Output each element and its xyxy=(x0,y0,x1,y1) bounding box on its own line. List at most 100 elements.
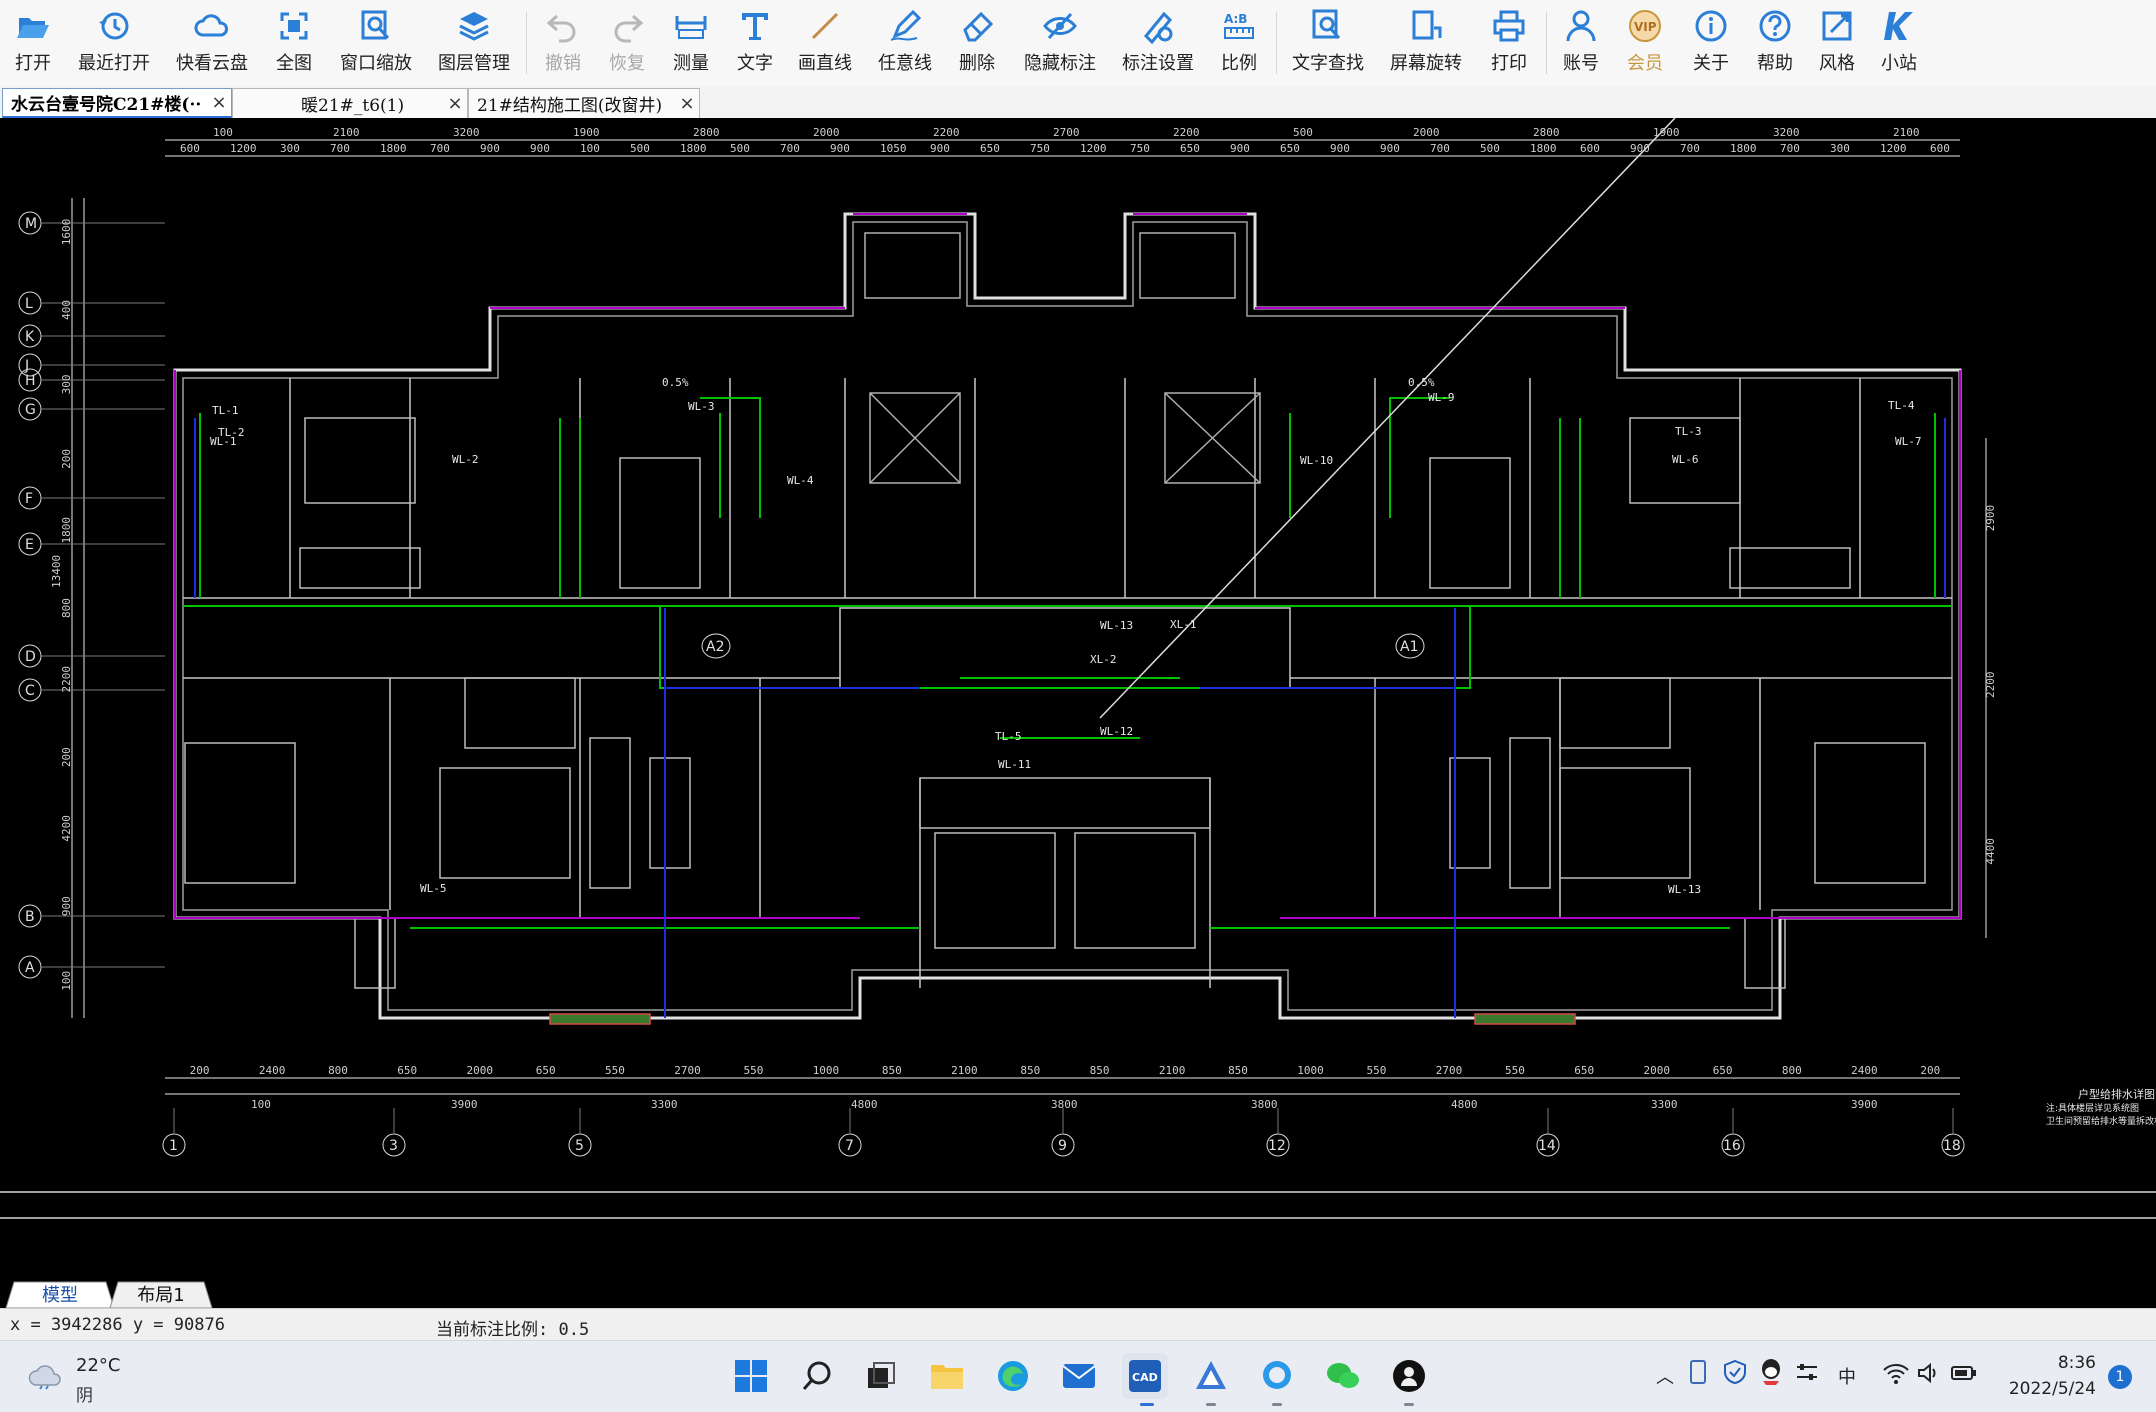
slope-label: 0.5% xyxy=(662,376,689,389)
mail-button[interactable] xyxy=(1056,1353,1102,1399)
cloud-icon xyxy=(194,14,228,37)
toolbar-delete-button[interactable]: 删除 xyxy=(954,8,1000,78)
toolbar-rotate-screen-button[interactable]: 屏幕旋转 xyxy=(1388,8,1464,78)
dimension-text: 650 xyxy=(1713,1064,1733,1077)
toolbar-zoom-window-button[interactable]: 窗口缩放 xyxy=(338,8,414,78)
edge-browser-button[interactable] xyxy=(990,1353,1036,1399)
tab-close-icon[interactable]: × xyxy=(443,93,467,114)
document-tab-3[interactable]: 21#结构施工图(改窗井) × xyxy=(468,88,700,118)
battery-icon[interactable] xyxy=(1950,1361,1978,1385)
dimension-text: 900 xyxy=(930,142,950,155)
dimension-text: 200 xyxy=(1920,1064,1940,1077)
toolbar-label: 风格 xyxy=(1819,53,1855,74)
tray-sliders-icon[interactable] xyxy=(1794,1359,1820,1385)
task-view-button[interactable] xyxy=(858,1353,904,1399)
dimension-text: 1200 xyxy=(1080,142,1107,155)
cad-drawing-canvas[interactable]: M L KJHG F E D C B A 1 3 5 7 9 12 14 16 18 100 2100 3200 19… xyxy=(0,118,2156,1280)
cad-viewer-button[interactable]: CAD xyxy=(1122,1353,1168,1399)
dimension-text: 3900 xyxy=(1851,1098,1878,1111)
toolbar-hide-annotation-button[interactable]: 隐藏标注 xyxy=(1022,8,1098,78)
toolbar-freehand-button[interactable]: 任意线 xyxy=(876,8,934,78)
toolbar-site-button[interactable]: 小站 xyxy=(1876,8,1922,78)
toolbar-print-button[interactable]: 打印 xyxy=(1486,8,1532,78)
line-icon xyxy=(811,12,839,40)
redo-icon xyxy=(614,14,644,43)
toolbar-text-button[interactable]: 文字 xyxy=(732,8,778,78)
tray-usb-icon[interactable] xyxy=(1686,1359,1710,1385)
dimension-text: 1800 xyxy=(1530,142,1557,155)
toolbar-vip-button[interactable]: VIP 会员 xyxy=(1622,8,1668,78)
pipe-label: XL-1 xyxy=(1170,618,1197,631)
dimension-text: 200 xyxy=(60,747,73,767)
grid-row-label: A xyxy=(25,960,35,976)
weather-widget[interactable] xyxy=(26,1355,66,1399)
pipe-label: XL-2 xyxy=(1090,653,1117,666)
grid-column-label: 12 xyxy=(1268,1138,1286,1154)
toolbar-cloud-button[interactable]: 快看云盘 xyxy=(174,8,250,78)
chat-app-button[interactable] xyxy=(1254,1353,1300,1399)
wechat-button[interactable] xyxy=(1320,1353,1366,1399)
dimension-text: 3800 xyxy=(1051,1098,1078,1111)
wifi-icon[interactable] xyxy=(1882,1361,1910,1385)
avatar-app-button[interactable] xyxy=(1386,1353,1432,1399)
tab-close-icon[interactable]: × xyxy=(207,92,231,113)
notification-badge[interactable]: 1 xyxy=(2108,1365,2132,1389)
toolbar-line-button[interactable]: 画直线 xyxy=(796,8,854,78)
dimension-text: 1000 xyxy=(1297,1064,1324,1077)
tab-close-icon[interactable]: × xyxy=(675,93,699,114)
dimension-text: 2700 xyxy=(1436,1064,1463,1077)
toolbar-measure-button[interactable]: 测量 xyxy=(668,8,714,78)
file-explorer-button[interactable] xyxy=(924,1353,970,1399)
tab-layout1[interactable]: 布局1 xyxy=(118,1280,204,1308)
grid-row-label: G xyxy=(25,402,36,418)
tab-model[interactable]: 模型 xyxy=(14,1280,106,1308)
dimension-text: 900 xyxy=(60,896,73,916)
clock-date[interactable]: 2022/5/24 xyxy=(1990,1379,2096,1399)
toolbar-annotation-settings-button[interactable]: 标注设置 xyxy=(1120,8,1196,78)
toolbar-fit-all-button[interactable]: 全图 xyxy=(274,8,314,78)
document-tab-1[interactable]: 水云台壹号院C21#楼(·· × xyxy=(2,88,232,118)
svg-text:A:B: A:B xyxy=(1224,12,1247,26)
dimension-text: 2200 xyxy=(60,666,73,693)
document-tab-2[interactable]: 暖21#_t6(1) × xyxy=(232,88,468,118)
annotation-settings-icon xyxy=(1143,11,1173,44)
layout-tab-bar: 模型 布局1 xyxy=(0,1280,2156,1308)
tray-qq-icon[interactable] xyxy=(1758,1357,1784,1387)
clock-time[interactable]: 8:36 xyxy=(2036,1353,2096,1373)
grid-column-label: 9 xyxy=(1058,1138,1067,1154)
toolbar-style-button[interactable]: 风格 xyxy=(1814,8,1860,78)
toolbar-open-button[interactable]: 打开 xyxy=(8,8,58,78)
volume-icon[interactable] xyxy=(1916,1361,1940,1385)
ime-indicator[interactable]: 中 xyxy=(1838,1363,1856,1389)
dimension-text: 2000 xyxy=(1643,1064,1670,1077)
dimension-text: 100 xyxy=(60,971,73,991)
toolbar-about-button[interactable]: 关于 xyxy=(1688,8,1734,78)
toolbar-scale-button[interactable]: A:B 比例 xyxy=(1216,8,1262,78)
dimension-text: 2200 xyxy=(1984,672,1997,699)
document-tab-bar: 水云台壹号院C21#楼(·· × 暖21#_t6(1) × 21#结构施工图(改… xyxy=(0,86,2156,119)
toolbar-layers-button[interactable]: 图层管理 xyxy=(436,8,512,78)
dimension-text: 1800 xyxy=(60,517,73,544)
app-a-button[interactable] xyxy=(1188,1353,1234,1399)
dimension-text: 2000 xyxy=(1413,126,1440,139)
toolbar-undo-button[interactable]: 撤销 xyxy=(540,8,586,78)
tray-shield-icon[interactable] xyxy=(1722,1359,1748,1385)
taskbar-search-button[interactable] xyxy=(794,1353,840,1399)
recent-clock-icon xyxy=(99,12,129,40)
windows-taskbar: 22°C 阴 CAD ︿ 中 8:36 2022/5/24 1 xyxy=(0,1340,2156,1412)
toolbar-account-button[interactable]: 账号 xyxy=(1558,8,1604,78)
chat-bubble-icon xyxy=(1263,1361,1291,1389)
dimension-text: 2000 xyxy=(813,126,840,139)
start-button[interactable] xyxy=(728,1353,774,1399)
tray-overflow-chevron-icon[interactable]: ︿ xyxy=(1656,1363,1674,1389)
grid-column-label: 16 xyxy=(1723,1138,1741,1154)
dimension-text: 2800 xyxy=(693,126,720,139)
toolbar-help-button[interactable]: 帮助 xyxy=(1752,8,1798,78)
grid-row-label: F xyxy=(25,491,33,507)
toolbar-redo-button[interactable]: 恢复 xyxy=(604,8,650,78)
toolbar-text-search-button[interactable]: 文字查找 xyxy=(1290,8,1366,78)
toolbar-separator xyxy=(526,12,527,74)
toolbar-recent-button[interactable]: 最近打开 xyxy=(76,8,152,78)
svg-text:VIP: VIP xyxy=(1634,20,1657,34)
dimension-text: 500 xyxy=(730,142,750,155)
